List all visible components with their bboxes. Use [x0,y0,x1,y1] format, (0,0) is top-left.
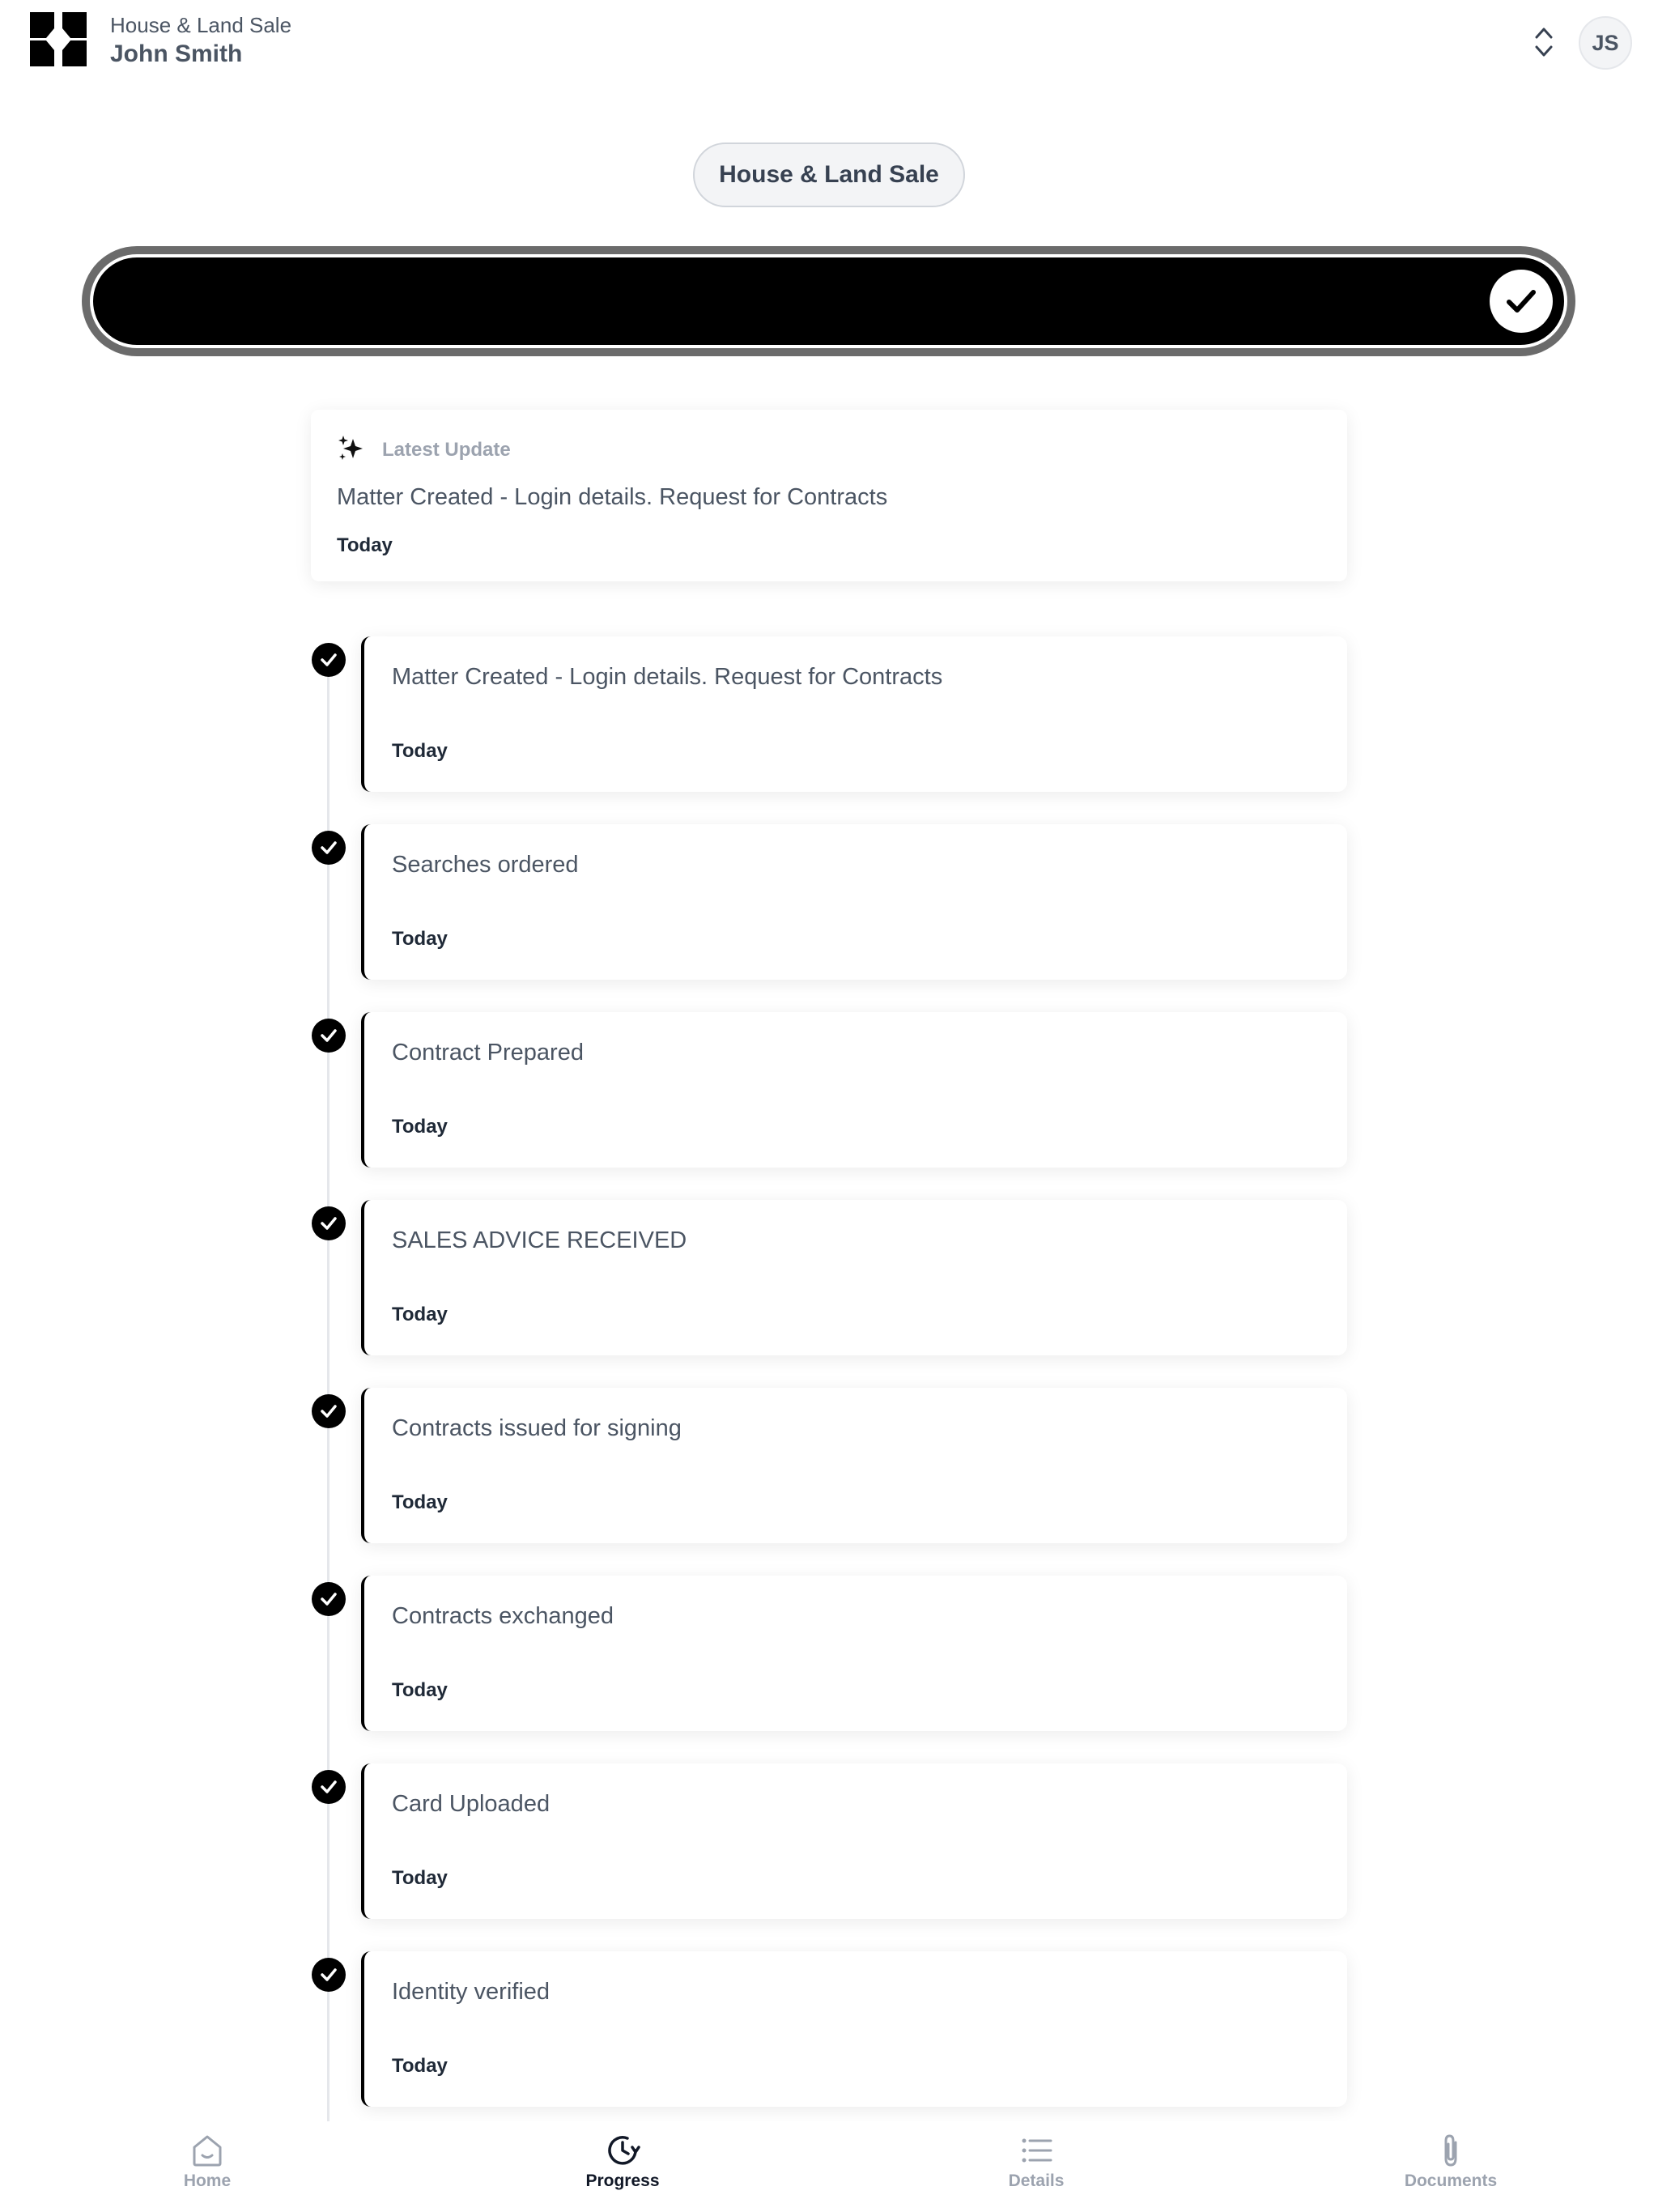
timeline-line [327,657,329,2121]
nav-label-home: Home [183,2172,232,2190]
check-icon [321,1029,337,1042]
bottom-navigation: Home Progress Details Documents [0,2121,1658,2212]
step-title: Contracts issued for signing [392,1415,682,1441]
step-date: Today [392,1867,448,1889]
step-date: Today [392,1491,448,1513]
nav-item-documents[interactable]: Documents [1354,2131,1548,2204]
check-icon [321,1217,337,1230]
step-date: Today [392,1116,448,1138]
check-icon [321,1968,337,1981]
step-complete-icon [312,1582,346,1616]
check-icon [321,841,337,854]
nav-item-progress[interactable]: Progress [525,2131,720,2204]
step-date: Today [392,1304,448,1325]
home-icon [193,2135,222,2167]
nav-label-documents: Documents [1404,2172,1498,2190]
check-icon [321,1593,337,1606]
step-complete-icon [312,1394,346,1428]
timeline-step-card[interactable]: SALES ADVICE RECEIVED Today [361,1200,1347,1355]
step-date: Today [392,740,448,762]
nav-label-progress: Progress [585,2172,660,2190]
step-date: Today [392,928,448,950]
timeline-step-card[interactable]: Contracts issued for signing Today [361,1388,1347,1543]
timeline-step-card[interactable]: Contracts exchanged Today [361,1576,1347,1731]
step-complete-icon [312,1958,346,1992]
step-title: Identity verified [392,1979,551,2005]
step-title: Matter Created - Login details. Request … [392,664,943,690]
step-title: SALES ADVICE RECEIVED [392,1227,687,1253]
progress-clock-icon [608,2136,640,2165]
progress-timeline: Matter Created - Login details. Request … [0,0,1658,2121]
list-icon [1022,2138,1052,2163]
step-title: Contracts exchanged [392,1603,614,1629]
timeline-step-card[interactable]: Contract Prepared Today [361,1012,1347,1168]
step-complete-icon [312,831,346,865]
check-icon [321,1405,337,1418]
nav-item-details[interactable]: Details [939,2131,1133,2204]
check-icon [321,1780,337,1793]
nav-item-home[interactable]: Home [110,2131,304,2204]
step-title: Searches ordered [392,852,579,878]
step-complete-icon [312,643,346,677]
step-complete-icon [312,1019,346,1053]
paperclip-icon [1444,2134,1457,2167]
timeline-step-card[interactable]: Matter Created - Login details. Request … [361,636,1347,792]
nav-label-details: Details [1008,2172,1065,2190]
step-date: Today [392,2055,448,2077]
timeline-step-card[interactable]: Card Uploaded Today [361,1763,1347,1919]
step-complete-icon [312,1206,346,1240]
step-title: Contract Prepared [392,1040,584,1066]
app-screen: House & Land Sale John Smith JS House & … [0,0,1658,2212]
step-title: Card Uploaded [392,1791,551,1817]
timeline-step-card[interactable]: Identity verified Today [361,1951,1347,2107]
step-date: Today [392,1679,448,1701]
check-icon [321,653,337,666]
step-complete-icon [312,1770,346,1804]
timeline-step-card[interactable]: Searches ordered Today [361,824,1347,980]
